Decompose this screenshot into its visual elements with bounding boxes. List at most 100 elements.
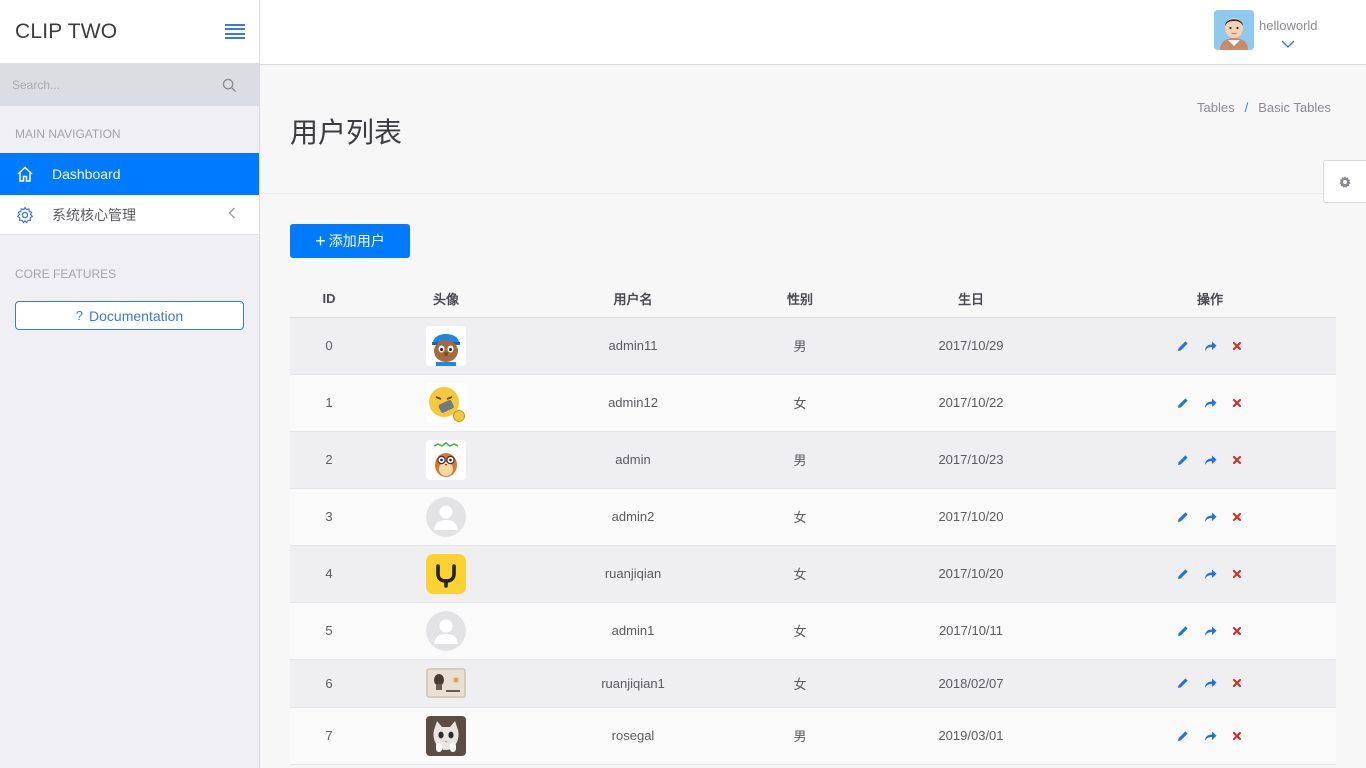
cell-birthday: 2017/10/20 <box>858 488 1084 546</box>
cell-birthday: 2018/02/07 <box>858 659 1084 708</box>
share-icon[interactable] <box>1203 676 1218 691</box>
cell-username: ruanjiqian1 <box>524 659 742 708</box>
share-icon[interactable] <box>1203 728 1218 743</box>
cell-birthday: 2017/10/29 <box>858 317 1084 375</box>
row-actions <box>1084 395 1336 410</box>
question-icon: ? <box>75 308 84 323</box>
cell-avatar <box>368 488 524 546</box>
table-header-row: ID 头像 用户名 性别 生日 操作 <box>290 281 1336 318</box>
delete-icon[interactable] <box>1230 395 1245 410</box>
cell-gender: 女 <box>742 545 858 603</box>
cell-username: admin2 <box>524 488 742 546</box>
edit-icon[interactable] <box>1176 338 1191 353</box>
table-row: 6 ruanjiqian1 女 2018/02/07 <box>290 659 1336 708</box>
title-band: 用户列表 Tables / Basic Tables <box>260 65 1366 194</box>
cell-birthday: 2017/10/11 <box>858 602 1084 660</box>
edit-icon[interactable] <box>1176 452 1191 467</box>
cell-id: 7 <box>290 707 368 765</box>
cell-birthday: 2019/03/01 <box>858 707 1084 765</box>
row-actions <box>1084 452 1336 467</box>
add-user-button[interactable]: + 添加用户 <box>290 224 410 258</box>
sidebar-item-label: 系统核心管理 <box>52 206 136 223</box>
delete-icon[interactable] <box>1230 452 1245 467</box>
section-main-navigation: MAIN NAVIGATION <box>15 127 121 141</box>
edit-icon[interactable] <box>1176 509 1191 524</box>
sidebar-item-label: Dashboard <box>52 166 121 182</box>
share-icon[interactable] <box>1203 338 1218 353</box>
cell-birthday: 2017/10/23 <box>858 431 1084 489</box>
yellow-logo-avatar <box>426 553 466 594</box>
cell-birthday: 2017/10/20 <box>858 545 1084 603</box>
cell-id: 1 <box>290 374 368 432</box>
cell-avatar <box>368 602 524 660</box>
row-actions <box>1084 623 1336 638</box>
page-title: 用户列表 <box>290 117 403 148</box>
documentation-button[interactable]: ? Documentation <box>15 301 244 330</box>
row-actions <box>1084 676 1336 691</box>
search-icon[interactable] <box>222 78 237 93</box>
table-row: 5 admin1 女 2017/10/11 <box>290 602 1336 660</box>
share-icon[interactable] <box>1203 395 1218 410</box>
cell-avatar <box>368 374 524 432</box>
user-name-block: helloworld <box>1259 10 1318 53</box>
brand-row: CLIP TWO <box>0 0 259 64</box>
edit-icon[interactable] <box>1176 728 1191 743</box>
breadcrumb-separator: / <box>1244 100 1249 115</box>
sidebar-item-system-core[interactable]: 系统核心管理 <box>0 195 259 235</box>
cell-gender: 女 <box>742 374 858 432</box>
edit-icon[interactable] <box>1176 395 1191 410</box>
cell-id: 6 <box>290 659 368 708</box>
breadcrumb-basic-tables: Basic Tables <box>1258 100 1331 115</box>
avatar <box>1214 10 1254 50</box>
cell-username: admin12 <box>524 374 742 432</box>
table-row: 1 admin12 女 2017/10/22 <box>290 374 1336 432</box>
column-header-birthday: 生日 <box>858 281 1084 318</box>
search-input[interactable] <box>12 78 192 92</box>
cell-gender: 女 <box>742 488 858 546</box>
share-icon[interactable] <box>1203 566 1218 581</box>
username: helloworld <box>1259 18 1318 33</box>
edit-icon[interactable] <box>1176 566 1191 581</box>
cell-username: admin <box>524 431 742 489</box>
delete-icon[interactable] <box>1230 338 1245 353</box>
add-user-label: 添加用户 <box>328 233 385 249</box>
cell-actions <box>1084 545 1336 603</box>
chevron-down-icon <box>1281 35 1295 53</box>
delete-icon[interactable] <box>1230 676 1245 691</box>
cell-avatar <box>368 317 524 375</box>
column-header-username: 用户名 <box>524 281 742 318</box>
cell-gender: 女 <box>742 659 858 708</box>
share-icon[interactable] <box>1203 452 1218 467</box>
breadcrumb-tables[interactable]: Tables <box>1197 100 1235 115</box>
cell-actions <box>1084 602 1336 660</box>
share-icon[interactable] <box>1203 623 1218 638</box>
edit-icon[interactable] <box>1176 676 1191 691</box>
table-row: 2 admin 男 2017/10/23 <box>290 431 1336 489</box>
cell-username: admin11 <box>524 317 742 375</box>
sidebar: CLIP TWO MAIN NAVIGATION Dashboard 系统核心 <box>0 0 260 768</box>
delete-icon[interactable] <box>1230 566 1245 581</box>
cell-actions <box>1084 488 1336 546</box>
row-actions <box>1084 509 1336 524</box>
edit-icon[interactable] <box>1176 623 1191 638</box>
cell-actions <box>1084 374 1336 432</box>
owl-avatar <box>426 439 466 480</box>
cell-birthday: 2017/10/22 <box>858 374 1084 432</box>
default-avatar <box>426 610 466 651</box>
delete-icon[interactable] <box>1230 623 1245 638</box>
settings-gear-icon[interactable] <box>1323 160 1366 203</box>
sidebar-item-dashboard[interactable]: Dashboard <box>0 153 259 195</box>
photo-avatar <box>426 668 466 698</box>
chevron-left-icon <box>228 206 236 223</box>
emoji-avatar <box>426 382 466 423</box>
plus-icon: + <box>315 231 326 251</box>
cell-gender: 男 <box>742 707 858 765</box>
table-row: 4 ruanjiqian 女 2017/10/20 <box>290 545 1336 603</box>
delete-icon[interactable] <box>1230 728 1245 743</box>
row-actions <box>1084 728 1336 743</box>
user-menu[interactable]: helloworld <box>1214 10 1318 53</box>
search-bar <box>0 64 259 106</box>
share-icon[interactable] <box>1203 509 1218 524</box>
menu-icon[interactable] <box>225 23 245 40</box>
delete-icon[interactable] <box>1230 509 1245 524</box>
